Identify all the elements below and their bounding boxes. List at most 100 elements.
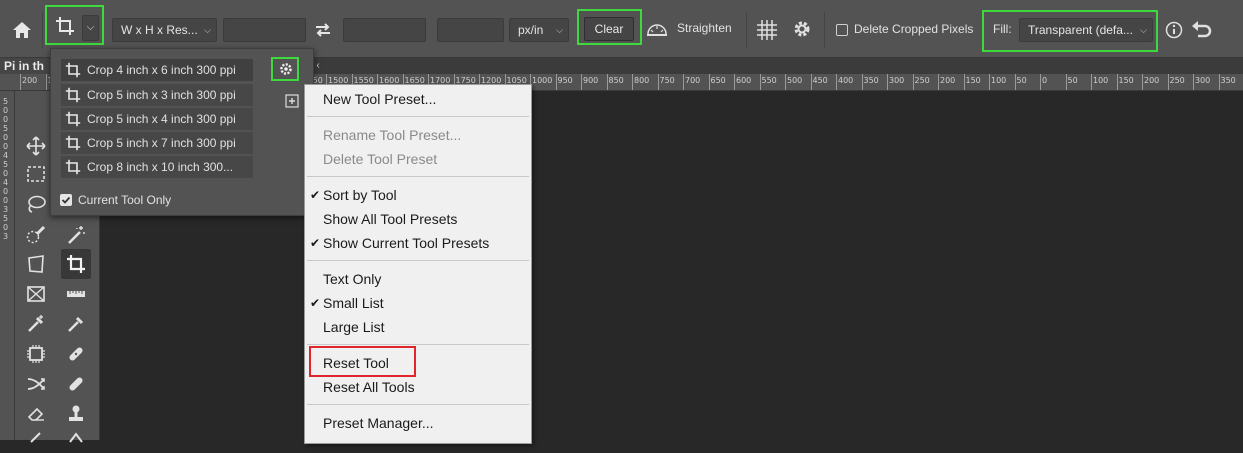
clear-button[interactable]: Clear [584,17,634,41]
chevron-down-icon: ⌵ [1140,25,1147,35]
resolution-unit-value: px/in [518,23,544,37]
height-input[interactable] [343,18,426,42]
menu-item-label: Small List [323,295,384,311]
menu-item-sort-by-tool[interactable]: ✔ Sort by Tool [305,184,531,206]
preset-item[interactable]: Crop 5 inch x 7 inch 300 ppi [61,132,253,154]
ruler-tick [734,74,735,90]
ruler-label: 50 [1016,76,1027,85]
eraser-tool[interactable] [23,401,49,427]
document-tab[interactable]: Pi in th [0,58,52,74]
ruler-tick [555,74,557,90]
preset-item[interactable]: Crop 8 inch x 10 inch 300... [61,156,253,178]
menu-item-large-list[interactable]: Large List [305,316,531,338]
quick-selection-tool[interactable] [23,222,49,248]
ruler-label: 900 [583,76,599,85]
chevron-down-icon: ⌵ [556,25,563,35]
checkmark-icon: ✔ [310,236,321,250]
menu-item-reset-all-tools[interactable]: Reset All Tools [305,376,531,398]
spot-healing-tool[interactable] [63,371,89,397]
ruler-tick [1218,74,1220,90]
clear-button-label: Clear [594,22,624,36]
menu-item-preset-manager[interactable]: Preset Manager... [305,412,531,434]
ratio-dropdown[interactable]: W x H x Res... ⌵ [112,18,217,42]
ruler-label: 1000 [532,76,553,85]
preset-item[interactable]: Crop 4 inch x 6 inch 300 ppi [61,59,253,81]
frame-tool[interactable] [23,281,49,307]
crop-tool[interactable] [61,249,91,279]
tool-preset-dropdown-button[interactable]: ⌵ [82,15,99,41]
overlay-options-button[interactable] [756,19,778,41]
home-button[interactable] [8,17,36,43]
pen-tool-partial[interactable] [63,427,89,453]
delete-cropped-checkbox[interactable] [836,24,848,36]
ruler-label: 0 [3,187,9,196]
menu-item-show-all-tool-presets[interactable]: Show All Tool Presets [305,208,531,230]
menu-item-new-tool-preset[interactable]: New Tool Preset... [305,88,531,110]
color-sampler-tool[interactable] [63,311,89,337]
ruler-label: 0 [3,115,9,124]
menu-separator [307,344,529,345]
ruler-label: 300 [889,76,905,85]
reset-crop-button[interactable] [1190,20,1214,40]
menu-item-text-only[interactable]: Text Only [305,268,531,290]
preset-settings-button[interactable] [277,61,295,77]
ruler-tool[interactable] [63,281,89,307]
grid-overlay-icon [757,20,777,40]
separator [824,12,825,48]
ruler-tick [1167,74,1169,90]
chevron-down-icon: ⌵ [204,25,211,35]
ruler-label: 500 [787,76,803,85]
straighten-button[interactable]: Straighten [646,18,740,42]
ruler-label: 3 [3,232,9,241]
ruler-tick [1193,74,1194,90]
resolution-input[interactable] [437,18,504,42]
preset-label: Crop 5 inch x 3 inch 300 ppi [87,88,236,102]
crop-settings-button[interactable] [792,19,814,41]
current-tool-only-checkbox[interactable] [60,194,72,206]
preset-item[interactable]: Crop 5 inch x 4 inch 300 ppi [61,108,253,130]
reset-tool-highlight [309,346,416,377]
info-button[interactable] [1165,21,1183,39]
content-aware-tool[interactable] [23,341,49,367]
ruler-label: 800 [634,76,650,85]
ruler-tick [963,74,965,90]
delete-cropped-label: Delete Cropped Pixels [854,22,974,36]
eyedropper-tool[interactable] [23,311,49,337]
ruler-tick [810,74,812,90]
ruler-tick [606,74,608,90]
fill-dropdown[interactable]: Transparent (defa... ⌵ [1019,18,1153,42]
lasso-tool[interactable] [23,191,49,217]
magic-wand-tool[interactable] [63,222,89,248]
warp-tool[interactable] [23,371,49,397]
ruler-tick [45,74,47,90]
crop-icon [67,255,85,273]
fill-label: Fill: [993,22,1012,36]
clone-stamp-tool[interactable] [63,401,89,427]
swap-dimensions-button[interactable] [312,19,334,41]
ruler-label: 650 [710,76,726,85]
separator [746,12,747,48]
menu-item-show-current-tool-presets[interactable]: ✔ Show Current Tool Presets [305,232,531,254]
marquee-tool[interactable] [23,161,49,187]
ruler-label: 200 [940,76,956,85]
current-tool-only-label: Current Tool Only [78,193,172,207]
stamp-icon [69,405,83,421]
healing-brush-tool[interactable] [63,341,89,367]
perspective-crop-tool[interactable] [23,251,49,277]
separator [42,12,43,48]
preset-item[interactable]: Crop 5 inch x 3 inch 300 ppi [61,84,253,106]
frame-icon [27,286,45,302]
menu-item-small-list[interactable]: ✔ Small List [305,292,531,314]
new-preset-button[interactable] [285,94,299,108]
brush-tool-partial[interactable] [23,427,49,453]
ruler-tick [938,74,939,90]
tool-preset-picker[interactable] [50,13,80,39]
preset-label: Crop 5 inch x 4 inch 300 ppi [87,112,236,126]
ruler-label: 950 [557,76,573,85]
resolution-unit-dropdown[interactable]: px/in ⌵ [509,18,569,42]
ruler-label: 5 [3,97,9,106]
menu-item-label: Preset Manager... [323,415,434,431]
checkmark-icon: ✔ [310,188,321,202]
width-input[interactable] [223,18,306,42]
move-tool[interactable] [23,133,49,159]
